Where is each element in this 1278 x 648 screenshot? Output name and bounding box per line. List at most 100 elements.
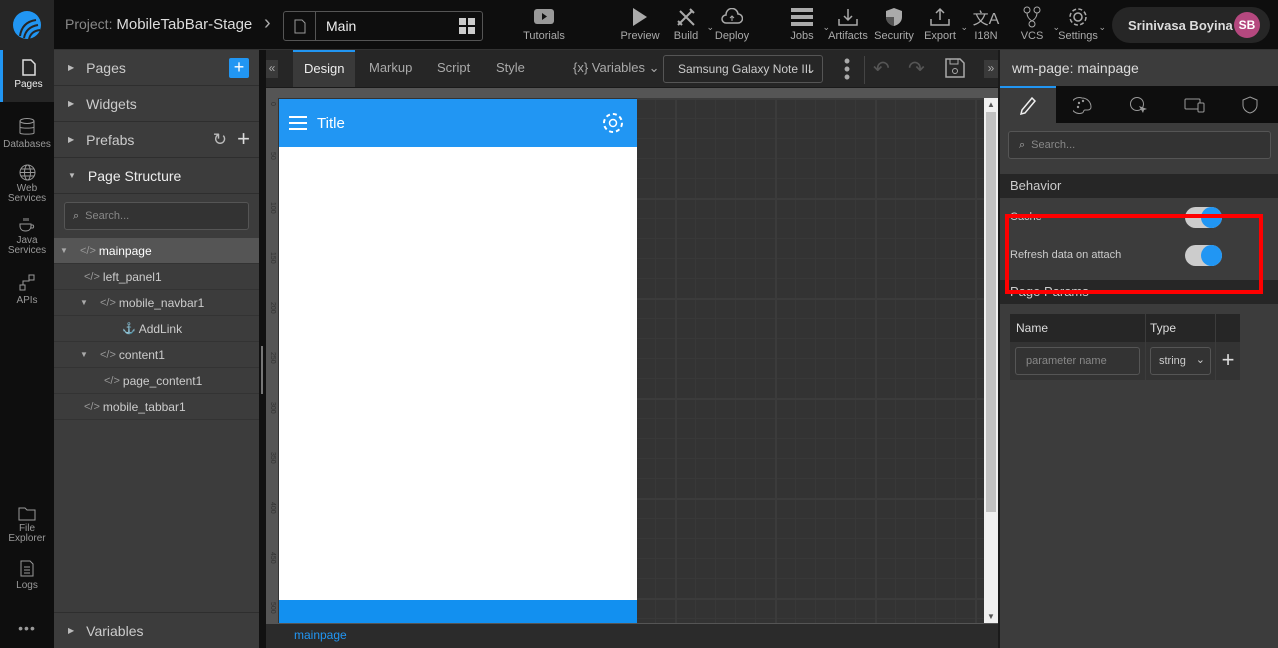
save-icon[interactable] bbox=[945, 58, 965, 83]
nav-file-explorer[interactable]: File Explorer bbox=[0, 498, 54, 544]
tree-item-addlink[interactable]: ⚓ AddLink bbox=[54, 316, 259, 342]
tab-script[interactable]: Script bbox=[426, 50, 481, 87]
tree-item-page-content[interactable]: </> page_content1 bbox=[54, 368, 259, 394]
mobile-navbar[interactable]: Title bbox=[279, 99, 637, 147]
breadcrumb-mainpage[interactable]: mainpage bbox=[294, 628, 347, 642]
grid-icon[interactable] bbox=[452, 12, 482, 40]
tab-design[interactable]: Design bbox=[293, 50, 356, 87]
tree-item-left-panel[interactable]: </> left_panel1 bbox=[54, 264, 259, 290]
param-type-value: string bbox=[1159, 355, 1186, 367]
add-param-button[interactable]: + bbox=[1216, 342, 1240, 380]
settings-button[interactable]: Settings ⌄ bbox=[1048, 4, 1108, 42]
code-tag-icon: </> bbox=[84, 400, 100, 413]
param-type-cell: string ⌄ bbox=[1146, 342, 1216, 380]
tree-item-content[interactable]: ▼ </> content1 bbox=[54, 342, 259, 368]
tool-label: Deploy bbox=[714, 30, 750, 42]
tab-properties[interactable] bbox=[1000, 86, 1056, 123]
page-params-table: Name Type parameter name string ⌄ + bbox=[1010, 314, 1240, 380]
section-prefabs[interactable]: ▶ Prefabs ↻ + bbox=[54, 122, 259, 158]
nav-pages[interactable]: Pages bbox=[0, 50, 54, 102]
tab-devices[interactable] bbox=[1167, 86, 1223, 123]
undo-icon[interactable]: ↶ bbox=[873, 56, 890, 81]
device-name: Samsung Galaxy Note III bbox=[678, 62, 812, 76]
param-name-cell: parameter name bbox=[1010, 342, 1146, 380]
section-widgets[interactable]: ▶ Widgets bbox=[54, 86, 259, 122]
code-tag-icon: </> bbox=[80, 244, 96, 257]
more-vertical-icon[interactable]: • • • bbox=[842, 52, 852, 86]
nav-label: Logs bbox=[16, 580, 38, 591]
column-type: Type bbox=[1146, 314, 1216, 342]
caret-down-icon: ▼ bbox=[80, 350, 88, 359]
nav-java-services[interactable]: Java Services bbox=[0, 208, 54, 256]
code-tag-icon: </> bbox=[100, 296, 116, 309]
param-name-input[interactable]: parameter name bbox=[1015, 347, 1140, 375]
scroll-down-arrow[interactable]: ▼ bbox=[987, 612, 995, 621]
properties-panel: wm-page: mainpage ⌕ Search... Behavior Ca… bbox=[998, 50, 1278, 648]
tool-label: I18N bbox=[974, 30, 998, 42]
section-pages[interactable]: ▶ Pages + bbox=[54, 50, 259, 86]
more-button[interactable]: ••• bbox=[0, 612, 54, 636]
panel-splitter[interactable] bbox=[259, 50, 266, 648]
scrollbar-thumb[interactable] bbox=[986, 112, 996, 512]
add-prefab-button[interactable]: + bbox=[237, 126, 250, 152]
tool-label: Security bbox=[874, 30, 914, 42]
section-variables[interactable]: ▶ Variables bbox=[54, 612, 259, 648]
wave-logo-icon bbox=[13, 11, 41, 40]
scroll-up-arrow[interactable]: ▲ bbox=[987, 100, 995, 109]
add-page-button[interactable]: + bbox=[229, 58, 249, 78]
ruler-tick: 100 bbox=[269, 202, 276, 214]
chevron-right-icon: › bbox=[264, 12, 271, 34]
chevron-down-icon: ⌄ bbox=[1195, 354, 1205, 366]
nav-web-services[interactable]: Web Services bbox=[0, 156, 54, 204]
properties-tabs bbox=[1000, 86, 1278, 123]
tree-label: mainpage bbox=[98, 243, 152, 258]
nav-label: File Explorer bbox=[8, 523, 46, 544]
ruler-tick: 200 bbox=[269, 302, 276, 314]
tree-item-mobile-navbar[interactable]: ▼ </> mobile_navbar1 bbox=[54, 290, 259, 316]
tab-markup[interactable]: Markup bbox=[358, 50, 423, 87]
tutorials-button[interactable]: Tutorials bbox=[514, 4, 574, 42]
shield-icon bbox=[1242, 95, 1258, 114]
ruler-tick: 50 bbox=[269, 152, 276, 160]
param-type-select[interactable]: string ⌄ bbox=[1150, 347, 1211, 375]
redo-icon[interactable]: ↷ bbox=[908, 56, 925, 81]
code-tag-icon: </> bbox=[100, 348, 116, 361]
nav-databases[interactable]: Databases bbox=[0, 110, 54, 150]
deploy-button[interactable]: Deploy bbox=[702, 4, 762, 42]
ruler-tick: 450 bbox=[269, 552, 276, 564]
structure-search-input[interactable]: ⌕ Search... bbox=[64, 202, 249, 230]
nav-logs[interactable]: Logs bbox=[0, 552, 54, 591]
collapse-left-button[interactable]: « bbox=[266, 60, 278, 78]
pencil-icon bbox=[1019, 96, 1036, 115]
tree-item-mobile-tabbar[interactable]: </> mobile_tabbar1 bbox=[54, 394, 259, 420]
user-menu[interactable]: Srinivasa Boyina SB bbox=[1112, 7, 1270, 43]
caret-right-icon: ▶ bbox=[68, 99, 75, 108]
chevron-down-icon: ⌄ bbox=[805, 62, 816, 76]
device-select[interactable]: Samsung Galaxy Note III ⌄ bbox=[663, 55, 823, 83]
nav-apis[interactable]: APIs bbox=[0, 266, 54, 306]
tab-styles[interactable] bbox=[1056, 86, 1112, 123]
mobile-tabbar[interactable] bbox=[279, 600, 637, 623]
tab-style[interactable]: Style bbox=[485, 50, 536, 87]
canvas-scrollbar[interactable]: ▲ ▼ bbox=[984, 98, 998, 623]
collapse-right-button[interactable]: » bbox=[984, 60, 998, 78]
tree-item-mainpage[interactable]: ▼ </> mainpage bbox=[54, 238, 259, 264]
section-page-structure[interactable]: ▼ Page Structure bbox=[54, 158, 259, 194]
tab-security[interactable] bbox=[1222, 86, 1278, 123]
ruler-tick: 0 bbox=[269, 102, 276, 106]
properties-search-input[interactable]: ⌕ Search... bbox=[1008, 131, 1271, 159]
tab-events[interactable] bbox=[1111, 86, 1167, 123]
device-preview[interactable]: Title bbox=[279, 99, 637, 623]
splitter-handle[interactable] bbox=[261, 346, 263, 394]
refresh-icon[interactable]: ↻ bbox=[213, 130, 227, 150]
variables-dropdown[interactable]: {x} Variables ⌄ bbox=[562, 50, 671, 87]
globe-icon bbox=[19, 164, 35, 181]
page-selector[interactable]: Main bbox=[283, 11, 483, 41]
ruler-tick: 150 bbox=[269, 252, 276, 264]
tool-label: Tutorials bbox=[523, 30, 565, 42]
caret-right-icon: ▶ bbox=[68, 135, 75, 144]
app-logo[interactable] bbox=[0, 0, 54, 50]
gear-icon[interactable] bbox=[601, 111, 625, 135]
hamburger-menu-icon[interactable] bbox=[289, 116, 307, 130]
section-behavior: Behavior bbox=[1000, 174, 1278, 198]
